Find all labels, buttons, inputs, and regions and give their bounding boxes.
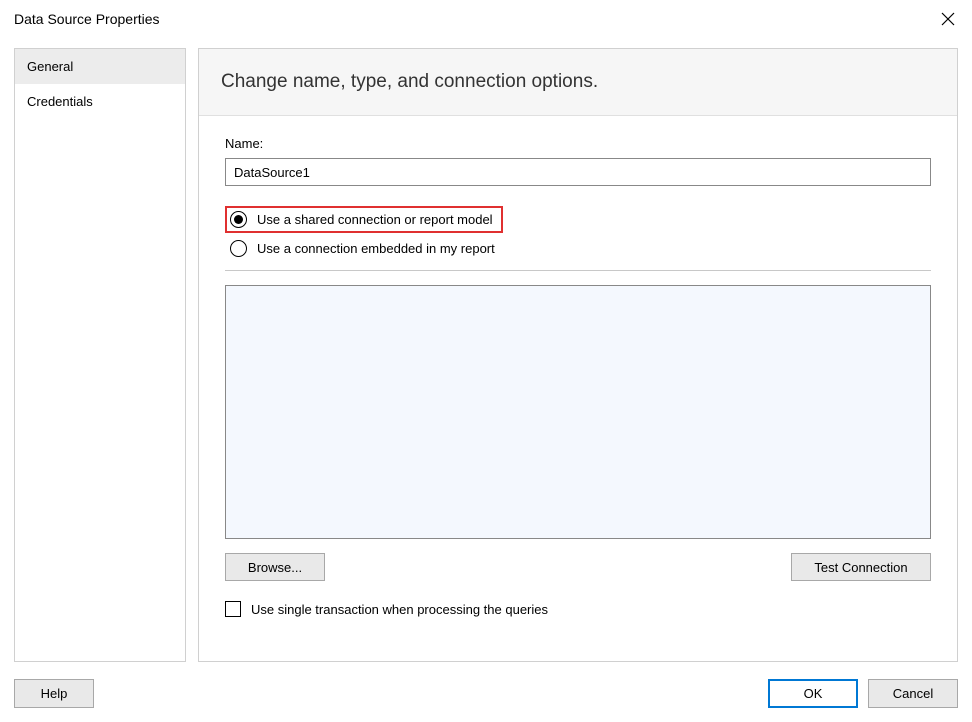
window-title: Data Source Properties <box>14 11 160 27</box>
panel-heading: Change name, type, and connection option… <box>199 49 957 116</box>
sidebar-item-credentials[interactable]: Credentials <box>15 84 185 119</box>
panel-body: Name: Use a shared connection or report … <box>199 116 957 661</box>
radio-button-icon <box>230 240 247 257</box>
radio-shared-connection[interactable]: Use a shared connection or report model <box>225 206 503 233</box>
sidebar-item-label: Credentials <box>27 94 93 109</box>
single-transaction-checkbox[interactable]: Use single transaction when processing t… <box>225 601 931 617</box>
connection-type-radio-group: Use a shared connection or report model … <box>225 206 931 260</box>
radio-label: Use a connection embedded in my report <box>257 241 495 256</box>
test-connection-button[interactable]: Test Connection <box>791 553 931 581</box>
close-button[interactable] <box>934 5 962 33</box>
title-bar: Data Source Properties <box>0 0 972 38</box>
divider <box>225 270 931 271</box>
ok-button[interactable]: OK <box>768 679 858 708</box>
radio-label: Use a shared connection or report model <box>257 212 493 227</box>
sidebar-item-label: General <box>27 59 73 74</box>
radio-embedded-connection[interactable]: Use a connection embedded in my report <box>225 237 503 260</box>
connection-button-row: Browse... Test Connection <box>225 553 931 581</box>
radio-button-icon <box>230 211 247 228</box>
cancel-button[interactable]: Cancel <box>868 679 958 708</box>
connection-list[interactable] <box>225 285 931 539</box>
browse-button[interactable]: Browse... <box>225 553 325 581</box>
sidebar: General Credentials <box>14 48 186 662</box>
name-label: Name: <box>225 136 931 151</box>
close-icon <box>941 12 955 26</box>
bottom-right-buttons: OK Cancel <box>768 679 958 708</box>
bottom-bar: Help OK Cancel <box>14 679 958 708</box>
checkbox-icon <box>225 601 241 617</box>
sidebar-item-general[interactable]: General <box>15 49 185 84</box>
help-button[interactable]: Help <box>14 679 94 708</box>
main-area: General Credentials Change name, type, a… <box>14 48 958 662</box>
name-input[interactable] <box>225 158 931 186</box>
checkbox-label: Use single transaction when processing t… <box>251 602 548 617</box>
content-panel: Change name, type, and connection option… <box>198 48 958 662</box>
